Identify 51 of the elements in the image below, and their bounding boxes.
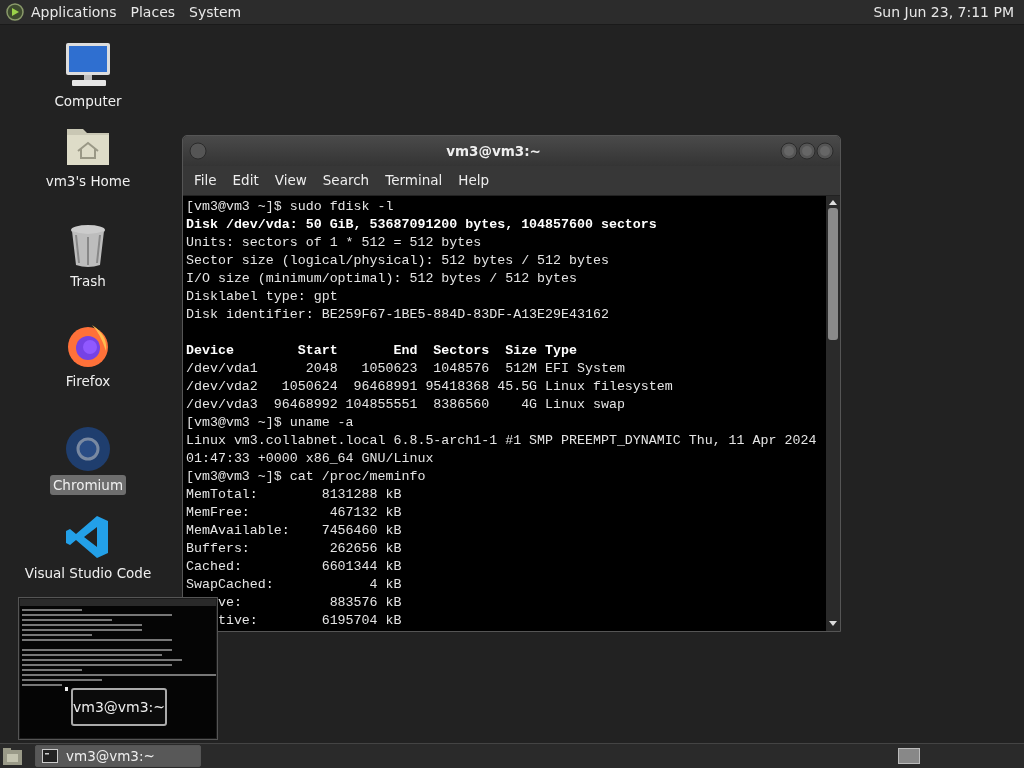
show-desktop-icon[interactable] [2, 745, 23, 767]
terminal-line: [vm3@vm3 ~]$ uname -a [186, 415, 354, 430]
icon-label[interactable]: Computer [51, 91, 125, 112]
menu-item[interactable]: Places [123, 1, 183, 23]
terminal-line: Buffers: 262656 kB [186, 541, 402, 556]
terminal-line: SwapCached: 4 kB [186, 577, 402, 592]
close-button[interactable] [816, 142, 834, 160]
terminal-line: MemTotal: 8131288 kB [186, 487, 402, 502]
menu-item[interactable]: View [266, 170, 315, 191]
terminal-line: 01:47:33 +0000 x86_64 GNU/Linux [186, 451, 434, 466]
computer-icon[interactable] [64, 41, 112, 89]
terminal-line: Cached: 6601344 kB [186, 559, 402, 574]
terminal-line: Units: sectors of 1 * 512 = 512 bytes [186, 235, 482, 250]
icon-label[interactable]: Trash [67, 271, 109, 292]
menu-item[interactable]: System [182, 1, 249, 23]
terminal-line: Sector size (logical/physical): 512 bytes / 512 bytes [186, 253, 609, 268]
chromium-icon[interactable] [64, 425, 112, 473]
maximize-button[interactable] [798, 142, 816, 160]
menu-item[interactable]: File [186, 170, 225, 191]
menu-item[interactable]: Applications [24, 1, 124, 23]
terminal-line: Disk /dev/vda: 50 GiB, 53687091200 bytes, 104857600 sectors [186, 217, 657, 232]
terminal-line: ve: 883576 kB [216, 595, 402, 610]
terminal-icon [42, 749, 58, 763]
clock[interactable]: Sun Jun 23, 7:11 PM [873, 1, 1018, 23]
terminal-line: Disklabel type: gpt [186, 289, 338, 304]
terminal-line: Device Start End Sectors Size Type [186, 343, 577, 358]
icon-label[interactable]: vm3's Home [42, 171, 134, 192]
preview-title: vm3@vm3:~ [71, 688, 167, 726]
window-title: vm3@vm3:~ [445, 141, 542, 161]
taskbar-button[interactable]: vm3@vm3:~ [35, 745, 201, 767]
workspace-switcher[interactable] [898, 748, 920, 764]
menu-item[interactable]: Terminal [377, 170, 451, 191]
terminal-line: /dev/vda2 1050624 96468991 95418368 45.5G Linux filesystem [186, 379, 673, 394]
terminal-line: MemFree: 467132 kB [186, 505, 402, 520]
menu-item[interactable]: Help [450, 170, 498, 191]
terminal-line: I/O size (minimum/optimal): 512 bytes / 512 bytes [186, 271, 577, 286]
terminal-line: /dev/vda1 2048 1050623 1048576 512M EFI System [186, 361, 625, 376]
terminal-line: /dev/vda3 96468992 104855551 8386560 4G Linux swap [186, 397, 625, 412]
terminal-line: tive: 6195704 kB [216, 613, 402, 628]
menu-item[interactable]: Search [314, 170, 378, 191]
menu-item[interactable]: Edit [224, 170, 267, 191]
terminal-line: MemAvailable: 7456460 kB [186, 523, 402, 538]
terminal-line: [vm3@vm3 ~]$ cat /proc/meminfo [186, 469, 426, 484]
terminal-line: Linux vm3.collabnet.local 6.8.5-arch1-1 #1 SMP PREEMPT_DYNAMIC Thu, 11 Apr 2024 [186, 433, 817, 448]
terminal-line: Disk identifier: BE259F67-1BE5-884D-83DF-A13E29E43162 [186, 307, 609, 322]
icon-label[interactable]: Visual Studio Code [21, 563, 155, 584]
terminal-line: [vm3@vm3 ~]$ sudo fdisk -l [186, 199, 394, 214]
logo-icon[interactable] [6, 3, 24, 21]
icon-label[interactable]: Firefox [62, 371, 114, 392]
minimize-button[interactable] [780, 142, 798, 160]
icon-label[interactable]: Chromium [49, 475, 127, 496]
